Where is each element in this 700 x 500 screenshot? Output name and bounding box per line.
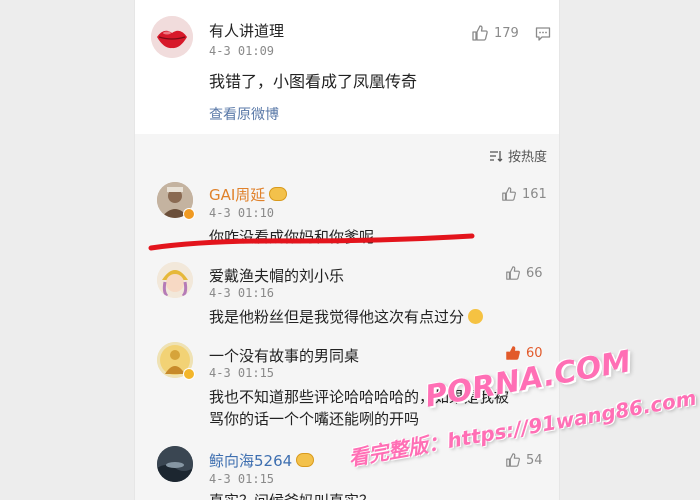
ocean-avatar-icon [157, 446, 193, 482]
comment-text: 我错了，小图看成了凤凰传奇 [209, 72, 418, 91]
username[interactable]: 爱戴渔夫帽的刘小乐 [209, 265, 344, 286]
like-button[interactable]: 54 [505, 452, 543, 468]
comment-text-line2: 骂你的话一个个嘴还能咧的开吗 [209, 410, 420, 428]
smile-emoji-icon [468, 309, 484, 324]
sort-label: 按热度 [507, 150, 547, 165]
like-count: 54 [526, 452, 543, 468]
verified-badge-icon [183, 208, 195, 220]
member-badge-icon [296, 453, 315, 467]
like-button[interactable]: 161 [501, 186, 547, 202]
anime-avatar-icon [157, 262, 193, 298]
thumbs-up-icon [502, 187, 516, 201]
thumbs-up-filled-icon [506, 346, 520, 360]
username[interactable]: 一个没有故事的男同桌 [209, 345, 359, 366]
lips-avatar-icon [151, 16, 193, 58]
username[interactable]: GAI周延 [209, 184, 288, 205]
red-underline-mark [148, 233, 475, 251]
like-count: 179 [494, 25, 519, 41]
timestamp: 4-3 01:09 [209, 44, 275, 58]
sort-button[interactable]: 按热度 [489, 146, 547, 165]
thumbs-up-icon [506, 453, 520, 467]
username[interactable]: 鲸向海5264 [209, 450, 315, 471]
like-button[interactable]: 179 [471, 24, 519, 42]
timestamp: 4-3 01:16 [209, 286, 275, 300]
verified-badge-icon [183, 368, 195, 380]
username[interactable]: 有人讲道理 [209, 20, 284, 41]
timestamp: 4-3 01:15 [209, 366, 275, 380]
sort-icon [489, 150, 503, 162]
like-count: 60 [526, 345, 543, 361]
like-count: 161 [522, 186, 547, 202]
thumbs-up-icon [506, 266, 520, 280]
thumbs-up-icon [472, 25, 488, 41]
timestamp: 4-3 01:15 [209, 472, 275, 486]
like-button[interactable]: 66 [505, 265, 543, 281]
member-badge-icon [269, 187, 288, 201]
like-button[interactable]: 60 [505, 345, 543, 361]
main-comment: 有人讲道理 4-3 01:09 179 我错了，小图看成了凤凰传奇 查看原微博 [135, 0, 559, 134]
like-count: 66 [526, 265, 543, 281]
comment-text: 真实？问候爸妈叫真实？ [209, 490, 374, 500]
comment-text: 我是他粉丝但是我觉得他这次有点过分 [209, 306, 484, 327]
comment-icon[interactable] [535, 26, 551, 46]
avatar[interactable] [157, 446, 193, 482]
timestamp: 4-3 01:10 [209, 206, 275, 220]
avatar[interactable] [151, 16, 193, 58]
avatar[interactable] [157, 262, 193, 298]
view-original-link[interactable]: 查看原微博 [209, 104, 279, 124]
